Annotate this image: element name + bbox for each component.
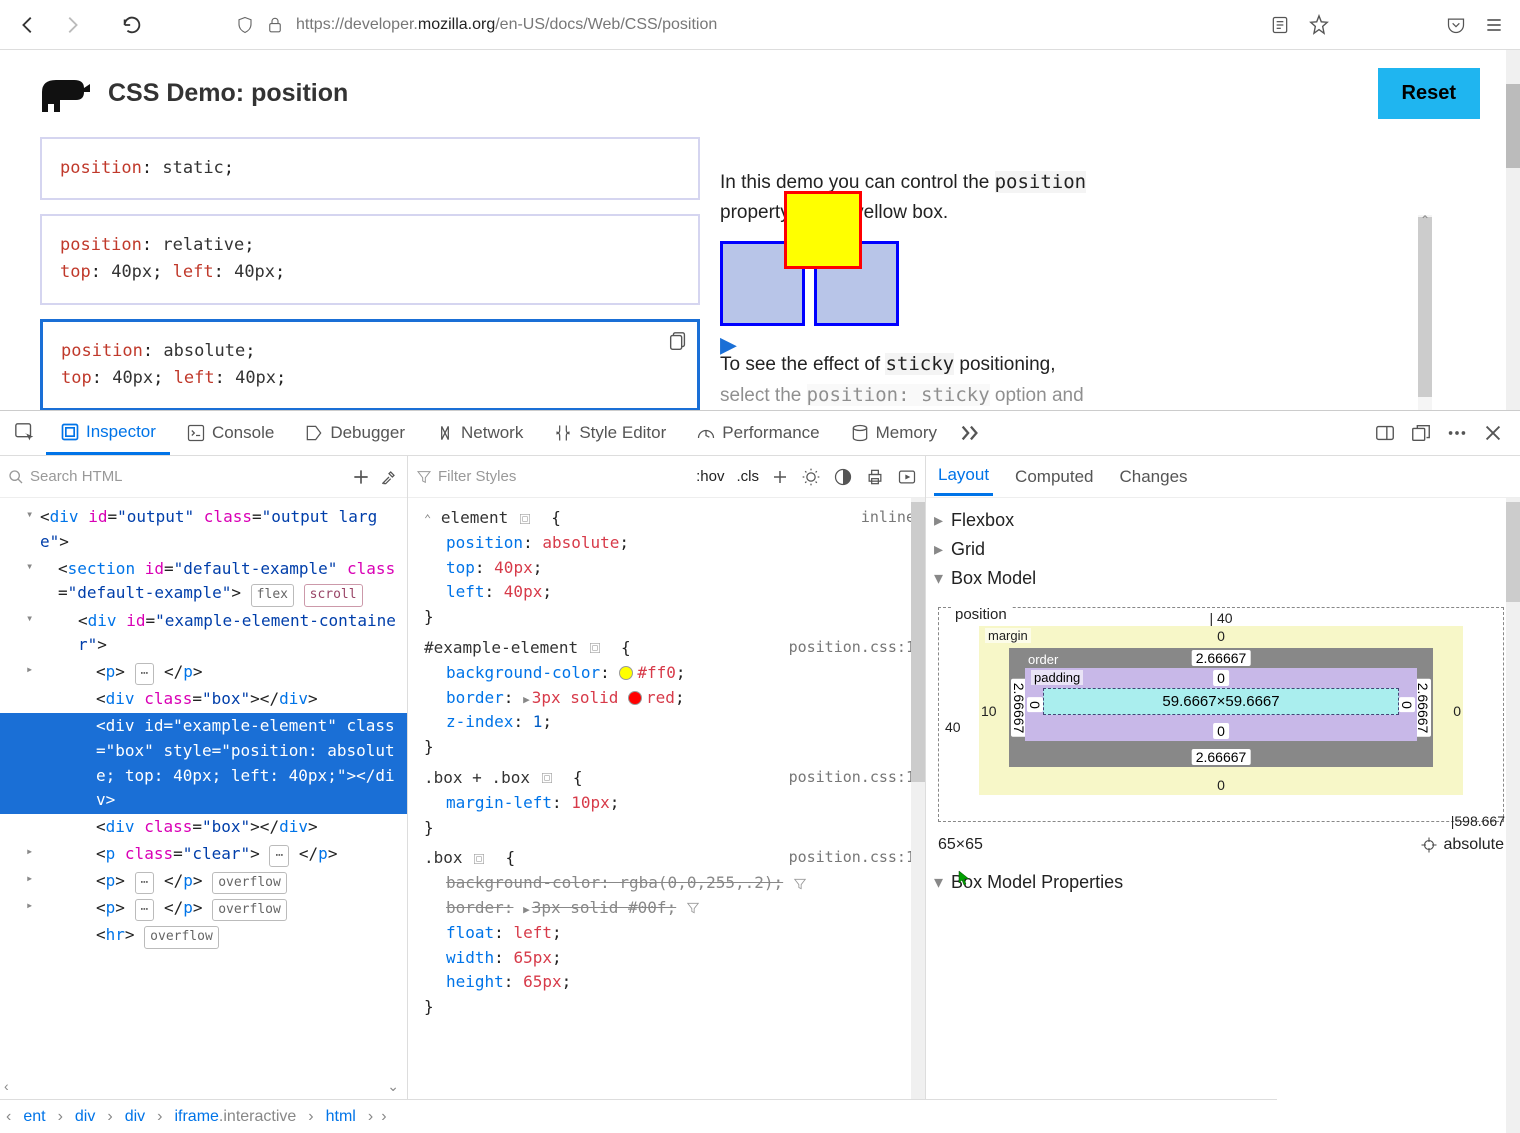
demo-text-2: To see the effect of sticky positioning,…: [720, 349, 1150, 410]
devtools: Inspector Console Debugger Network Style…: [0, 410, 1520, 1133]
reset-button[interactable]: Reset: [1378, 68, 1480, 119]
selected-node[interactable]: <div id="example-element" class="box" st…: [0, 713, 407, 814]
style-icon: [553, 423, 573, 443]
html-tree[interactable]: ▾<div id="output" class="output large"> …: [0, 498, 407, 1117]
code-option-absolute[interactable]: position: absolute; top: 40px; left: 40p…: [40, 319, 700, 410]
eyedropper-icon[interactable]: [379, 467, 399, 487]
funnel-icon: [416, 469, 432, 485]
devtools-tabs: Inspector Console Debugger Network Style…: [0, 411, 1520, 456]
page-content: CSS Demo: position Reset position: stati…: [0, 50, 1520, 410]
html-pane: Search HTML ▾<div id="output" class="out…: [0, 456, 408, 1133]
tabs-overflow[interactable]: [953, 414, 987, 452]
styles-pane: Filter Styles :hov .cls inline ⌃ element…: [408, 456, 926, 1133]
url-bar[interactable]: https://developer.mozilla.org/en-US/docs…: [224, 16, 1250, 34]
copy-icon[interactable]: [667, 330, 689, 352]
add-node-icon[interactable]: [351, 467, 371, 487]
section-boxmodel-props[interactable]: ▾Box Model Properties: [934, 868, 1508, 897]
filter-icon[interactable]: [686, 901, 700, 915]
print-icon[interactable]: [865, 467, 885, 487]
tab-memory[interactable]: Memory: [836, 413, 951, 453]
demo-boxes: [720, 241, 1150, 331]
layout-pane: Layout Computed Changes ▸Flexbox ▸Grid ▾…: [926, 456, 1520, 1133]
code-option-static[interactable]: position: static;: [40, 137, 700, 200]
mdn-dino-icon: [40, 74, 92, 114]
section-flexbox[interactable]: ▸Flexbox: [934, 506, 1508, 535]
tab-performance[interactable]: Performance: [682, 413, 833, 453]
page-scrollbar[interactable]: [1506, 50, 1520, 410]
box-model-diagram[interactable]: position | 40 40 margin 0 0 0 10 order 2…: [934, 603, 1508, 858]
box-yellow: [784, 191, 862, 269]
debugger-icon: [304, 423, 324, 443]
contrast-icon[interactable]: [833, 467, 853, 487]
tab-style-editor[interactable]: Style Editor: [539, 413, 680, 453]
pick-element-button[interactable]: [6, 412, 44, 454]
boxmodel-size: 65×65: [938, 836, 983, 854]
bookmark-icon[interactable]: [1308, 14, 1330, 36]
crosshair-icon[interactable]: [1420, 836, 1438, 854]
light-mode-icon[interactable]: [801, 467, 821, 487]
close-icon[interactable]: [1482, 422, 1504, 444]
search-html-input[interactable]: Search HTML: [8, 468, 343, 485]
lock-icon: [266, 16, 284, 34]
code-options: position: static; position: relative; to…: [40, 137, 700, 410]
media-icon[interactable]: [897, 467, 917, 487]
shield-icon: [236, 16, 254, 34]
menu-icon[interactable]: [1484, 15, 1504, 35]
page-title: CSS Demo: position: [108, 79, 348, 108]
filter-styles-input[interactable]: Filter Styles: [416, 468, 684, 485]
inline-source: inline: [861, 506, 915, 529]
memory-icon: [850, 423, 870, 443]
dock-side-icon[interactable]: [1374, 422, 1396, 444]
styles-scrollbar[interactable]: [911, 498, 925, 1133]
inspector-icon: [60, 422, 80, 442]
tab-inspector[interactable]: Inspector: [46, 412, 170, 455]
back-button[interactable]: [16, 13, 40, 37]
tab-debugger[interactable]: Debugger: [290, 413, 419, 453]
section-grid[interactable]: ▸Grid: [934, 535, 1508, 564]
hov-toggle[interactable]: :hov: [696, 468, 724, 485]
dock-window-icon[interactable]: [1410, 422, 1432, 444]
demo-preview: In this demo you can control the positio…: [720, 137, 1150, 410]
performance-icon: [696, 423, 716, 443]
expand-triangle-icon[interactable]: ▶: [720, 332, 737, 358]
styles-rules[interactable]: inline ⌃ element { position: absolute; t…: [408, 498, 925, 1133]
filter-icon[interactable]: [793, 877, 807, 891]
section-boxmodel[interactable]: ▾Box Model: [934, 564, 1508, 593]
reader-icon[interactable]: [1270, 15, 1290, 35]
network-icon: [435, 423, 455, 443]
console-icon: [186, 423, 206, 443]
url-text: https://developer.mozilla.org/en-US/docs…: [296, 16, 717, 34]
layout-tab-changes[interactable]: Changes: [1115, 459, 1191, 495]
tab-console[interactable]: Console: [172, 413, 288, 453]
search-icon: [8, 469, 24, 485]
preview-scrollbar[interactable]: ⌃ ⌄: [1418, 215, 1432, 410]
layout-tab-computed[interactable]: Computed: [1011, 459, 1097, 495]
browser-toolbar: https://developer.mozilla.org/en-US/docs…: [0, 0, 1520, 50]
add-rule-icon[interactable]: [771, 468, 789, 486]
boxmodel-mode: absolute: [1444, 836, 1505, 854]
tab-network[interactable]: Network: [421, 413, 537, 453]
cls-toggle[interactable]: .cls: [737, 468, 760, 485]
layout-scrollbar[interactable]: [1506, 498, 1520, 1133]
pocket-icon[interactable]: [1446, 15, 1466, 35]
layout-tab-layout[interactable]: Layout: [934, 457, 993, 496]
code-option-relative[interactable]: position: relative; top: 40px; left: 40p…: [40, 214, 700, 304]
forward-button[interactable]: [60, 13, 84, 37]
breadcrumb[interactable]: ‹ ent› div› div› iframe.interactive› htm…: [0, 1099, 1277, 1133]
more-icon[interactable]: [1446, 422, 1468, 444]
reload-button[interactable]: [120, 13, 144, 37]
